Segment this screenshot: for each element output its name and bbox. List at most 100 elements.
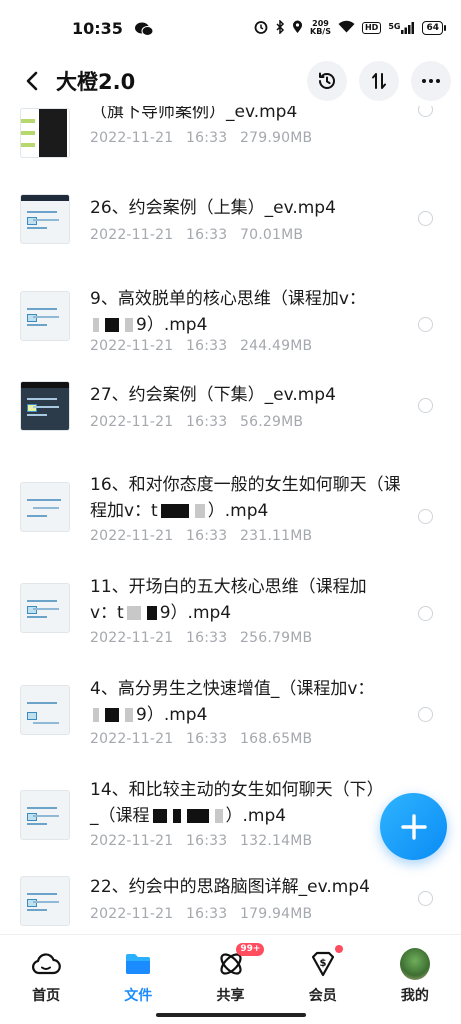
signal-icon: 5G bbox=[388, 22, 415, 34]
file-size: 70.01MB bbox=[240, 227, 304, 243]
history-icon bbox=[319, 72, 335, 89]
nav-share[interactable]: 99+ 共享 bbox=[184, 935, 276, 1024]
file-time: 16:33 bbox=[186, 630, 228, 646]
sort-button[interactable] bbox=[359, 61, 399, 101]
file-time: 16:33 bbox=[186, 731, 228, 747]
video-thumbnail bbox=[20, 108, 70, 158]
file-row[interactable]: 26、约会案例（上集）_ev.mp4 2022-11-21 16:33 70.0… bbox=[0, 180, 461, 280]
more-icon bbox=[422, 79, 440, 83]
nav-mine[interactable]: 我的 bbox=[369, 935, 461, 1024]
select-radio[interactable] bbox=[418, 398, 433, 413]
file-name-part: 4、高分男生之快速增值_（课程加v： bbox=[90, 679, 375, 699]
svg-text:$: $ bbox=[319, 958, 326, 969]
video-thumbnail bbox=[20, 482, 70, 532]
file-name: 4、高分男生之快速增值_（课程加v： 9）.mp4 bbox=[90, 676, 390, 728]
file-name-part: ）.mp4 bbox=[207, 501, 269, 521]
select-radio[interactable] bbox=[418, 106, 433, 117]
notification-dot bbox=[334, 945, 343, 953]
redaction-mark bbox=[186, 809, 209, 823]
network-speed: 209 KB/S bbox=[310, 20, 331, 36]
file-size: 279.90MB bbox=[240, 130, 313, 146]
vip-coin-icon: $ bbox=[308, 949, 338, 979]
file-meta: 2022-11-21 16:33 179.94MB bbox=[90, 906, 312, 922]
file-date: 2022-11-21 bbox=[90, 731, 174, 747]
page-title: 大橙2.0 bbox=[56, 70, 136, 94]
file-row[interactable]: 4、高分男生之快速增值_（课程加v： 9）.mp4 2022-11-21 16:… bbox=[0, 672, 461, 772]
video-thumbnail bbox=[20, 583, 70, 633]
add-fab-button[interactable] bbox=[380, 793, 447, 860]
file-time: 16:33 bbox=[186, 227, 228, 243]
sort-icon bbox=[372, 73, 386, 89]
select-radio[interactable] bbox=[418, 211, 433, 226]
nav-label: 文件 bbox=[124, 988, 153, 1004]
file-name: 11、开场白的五大核心思维（课程加v：t 9）.mp4 bbox=[90, 574, 390, 626]
select-radio[interactable] bbox=[418, 317, 433, 332]
file-time: 16:33 bbox=[186, 338, 228, 354]
file-name: 14、和比较主动的女生如何聊天（下）_（课程 ）.mp4 bbox=[90, 777, 390, 829]
file-name: 9、高效脱单的核心思维（课程加v： 9）.mp4 bbox=[90, 286, 390, 338]
file-meta: 2022-11-21 16:33 244.49MB bbox=[90, 338, 312, 354]
file-size: 231.11MB bbox=[240, 528, 313, 544]
redaction-mark bbox=[160, 504, 189, 518]
select-radio[interactable] bbox=[418, 509, 433, 524]
file-date: 2022-11-21 bbox=[90, 833, 174, 849]
location-icon bbox=[292, 20, 303, 37]
nav-files[interactable]: 文件 bbox=[92, 935, 184, 1024]
redaction-mark bbox=[152, 809, 167, 823]
status-time: 10:35 bbox=[72, 18, 123, 38]
video-thumbnail bbox=[20, 685, 70, 735]
redaction-mark bbox=[93, 708, 99, 722]
nav-home[interactable]: 首页 bbox=[0, 935, 92, 1024]
file-name-part: 9）.mp4 bbox=[136, 705, 208, 725]
file-date: 2022-11-21 bbox=[90, 130, 174, 146]
nav-label: 共享 bbox=[216, 988, 245, 1004]
wechat-icon bbox=[134, 21, 154, 36]
battery-indicator: 64 bbox=[422, 21, 446, 35]
redaction-mark bbox=[125, 318, 133, 332]
file-name: 22、约会中的思路脑图详解_ev.mp4 bbox=[90, 877, 370, 897]
hd-badge: HD bbox=[361, 22, 382, 34]
file-row[interactable]: 27、约会案例（下集）_ev.mp4 2022-11-21 16:33 56.2… bbox=[0, 380, 461, 480]
bottom-nav: 首页 文件 99+ 共享 $ 会员 我的 bbox=[0, 934, 461, 1024]
file-size: 256.79MB bbox=[240, 630, 313, 646]
file-date: 2022-11-21 bbox=[90, 630, 174, 646]
file-meta: 2022-11-21 16:33 231.11MB bbox=[90, 528, 312, 544]
file-meta: 2022-11-21 16:33 56.29MB bbox=[90, 414, 303, 430]
history-button[interactable] bbox=[307, 61, 347, 101]
select-radio[interactable] bbox=[418, 891, 433, 906]
more-button[interactable] bbox=[411, 61, 451, 101]
nav-label: 首页 bbox=[32, 988, 61, 1004]
redaction-mark bbox=[126, 606, 141, 620]
select-radio[interactable] bbox=[418, 707, 433, 722]
nav-label: 会员 bbox=[308, 988, 337, 1004]
redaction-mark bbox=[214, 809, 223, 823]
file-row[interactable]: 9、高效脱单的核心思维（课程加v： 9）.mp4 2022-11-21 16:3… bbox=[0, 278, 461, 378]
home-indicator[interactable] bbox=[156, 1013, 306, 1017]
redaction-mark bbox=[125, 708, 133, 722]
file-name: 16、和对你态度一般的女生如何聊天（课程加v：t ）.mp4 bbox=[90, 472, 415, 524]
header: 大橙2.0 bbox=[0, 56, 461, 106]
file-size: 56.29MB bbox=[240, 414, 304, 430]
nav-vip[interactable]: $ 会员 bbox=[277, 935, 369, 1024]
file-meta: 2022-11-21 16:33 168.65MB bbox=[90, 731, 312, 747]
select-radio[interactable] bbox=[418, 606, 433, 621]
video-thumbnail bbox=[20, 291, 70, 341]
redaction-mark bbox=[105, 318, 119, 332]
file-date: 2022-11-21 bbox=[90, 906, 174, 922]
file-row[interactable]: 11、开场白的五大核心思维（课程加v：t 9）.mp4 2022-11-21 16… bbox=[0, 569, 461, 669]
avatar bbox=[399, 948, 430, 980]
file-meta: 2022-11-21 16:33 256.79MB bbox=[90, 630, 312, 646]
back-button[interactable] bbox=[8, 57, 56, 105]
file-name-part: ）.mp4 bbox=[225, 806, 287, 826]
file-row[interactable]: 22、约会中的思路脑图详解_ev.mp4 2022-11-21 16:33 17… bbox=[0, 870, 461, 934]
file-time: 16:33 bbox=[186, 906, 228, 922]
video-thumbnail bbox=[20, 381, 70, 431]
file-row[interactable]: （旗下导师案例）_ev.mp4 2022-11-21 16:33 279.90M… bbox=[0, 106, 461, 180]
status-bar: 10:35 209 KB/S HD 5G 64 bbox=[0, 0, 461, 56]
video-thumbnail bbox=[20, 194, 70, 244]
file-name-part: 9）.mp4 bbox=[136, 315, 208, 335]
bluetooth-icon bbox=[275, 18, 285, 37]
file-row[interactable]: 16、和对你态度一般的女生如何聊天（课程加v：t ）.mp4 2022-11-21… bbox=[0, 466, 461, 566]
file-name: （旗下导师案例）_ev.mp4 bbox=[90, 106, 298, 122]
file-size: 168.65MB bbox=[240, 731, 313, 747]
